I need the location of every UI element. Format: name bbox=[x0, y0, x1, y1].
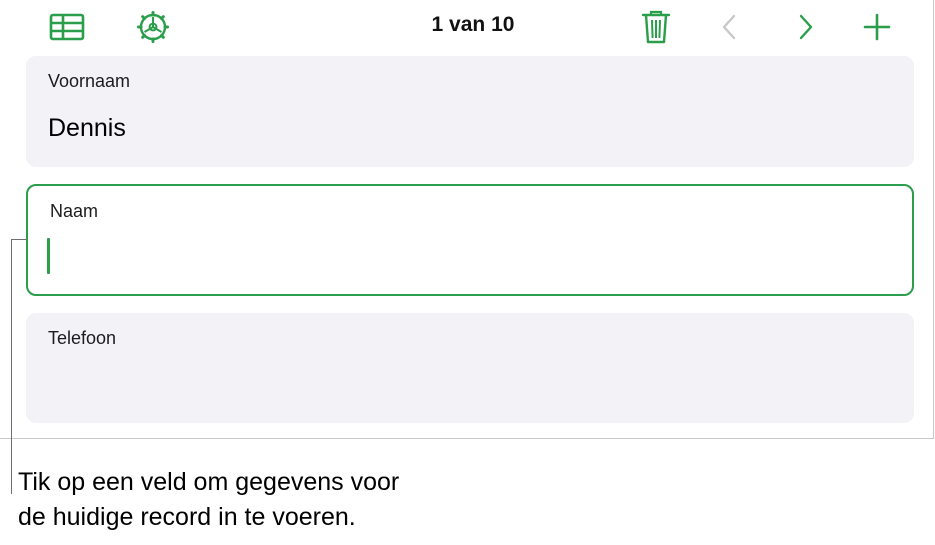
table-grid-icon bbox=[49, 13, 85, 41]
callout-leader-top bbox=[11, 239, 27, 240]
chevron-left-icon bbox=[722, 14, 736, 40]
field-telefoon[interactable]: Telefoon bbox=[26, 313, 914, 423]
callout-line-1: Tik op een veld om gegevens voor bbox=[18, 468, 400, 496]
chevron-right-icon bbox=[799, 14, 813, 40]
settings-button[interactable] bbox=[133, 9, 173, 45]
field-label: Telefoon bbox=[48, 328, 117, 348]
callout-text: Tik op een veld om gegevens voor de huid… bbox=[18, 465, 538, 535]
callout-leader-line bbox=[11, 239, 12, 494]
record-counter: 1 van 10 bbox=[431, 13, 515, 36]
previous-record-button[interactable] bbox=[715, 9, 743, 45]
plus-icon bbox=[863, 13, 891, 41]
callout-line-2: de huidige record in te voeren. bbox=[18, 503, 356, 531]
field-naam[interactable]: Naam bbox=[26, 184, 914, 296]
add-record-button[interactable] bbox=[861, 9, 893, 45]
record-form-screen: 1 van 10 Voornaam Dennis Naam Telefoon bbox=[0, 0, 934, 439]
field-label: Naam bbox=[50, 201, 99, 221]
field-voornaam[interactable]: Voornaam Dennis bbox=[26, 56, 914, 167]
field-value[interactable]: Dennis bbox=[48, 114, 126, 143]
field-label: Voornaam bbox=[48, 71, 131, 91]
table-view-button[interactable] bbox=[47, 9, 87, 45]
toolbar: 1 van 10 bbox=[0, 0, 934, 54]
trash-icon bbox=[641, 10, 671, 44]
delete-record-button[interactable] bbox=[638, 9, 674, 45]
gear-icon bbox=[137, 11, 169, 43]
text-cursor bbox=[47, 238, 50, 274]
next-record-button[interactable] bbox=[792, 9, 820, 45]
